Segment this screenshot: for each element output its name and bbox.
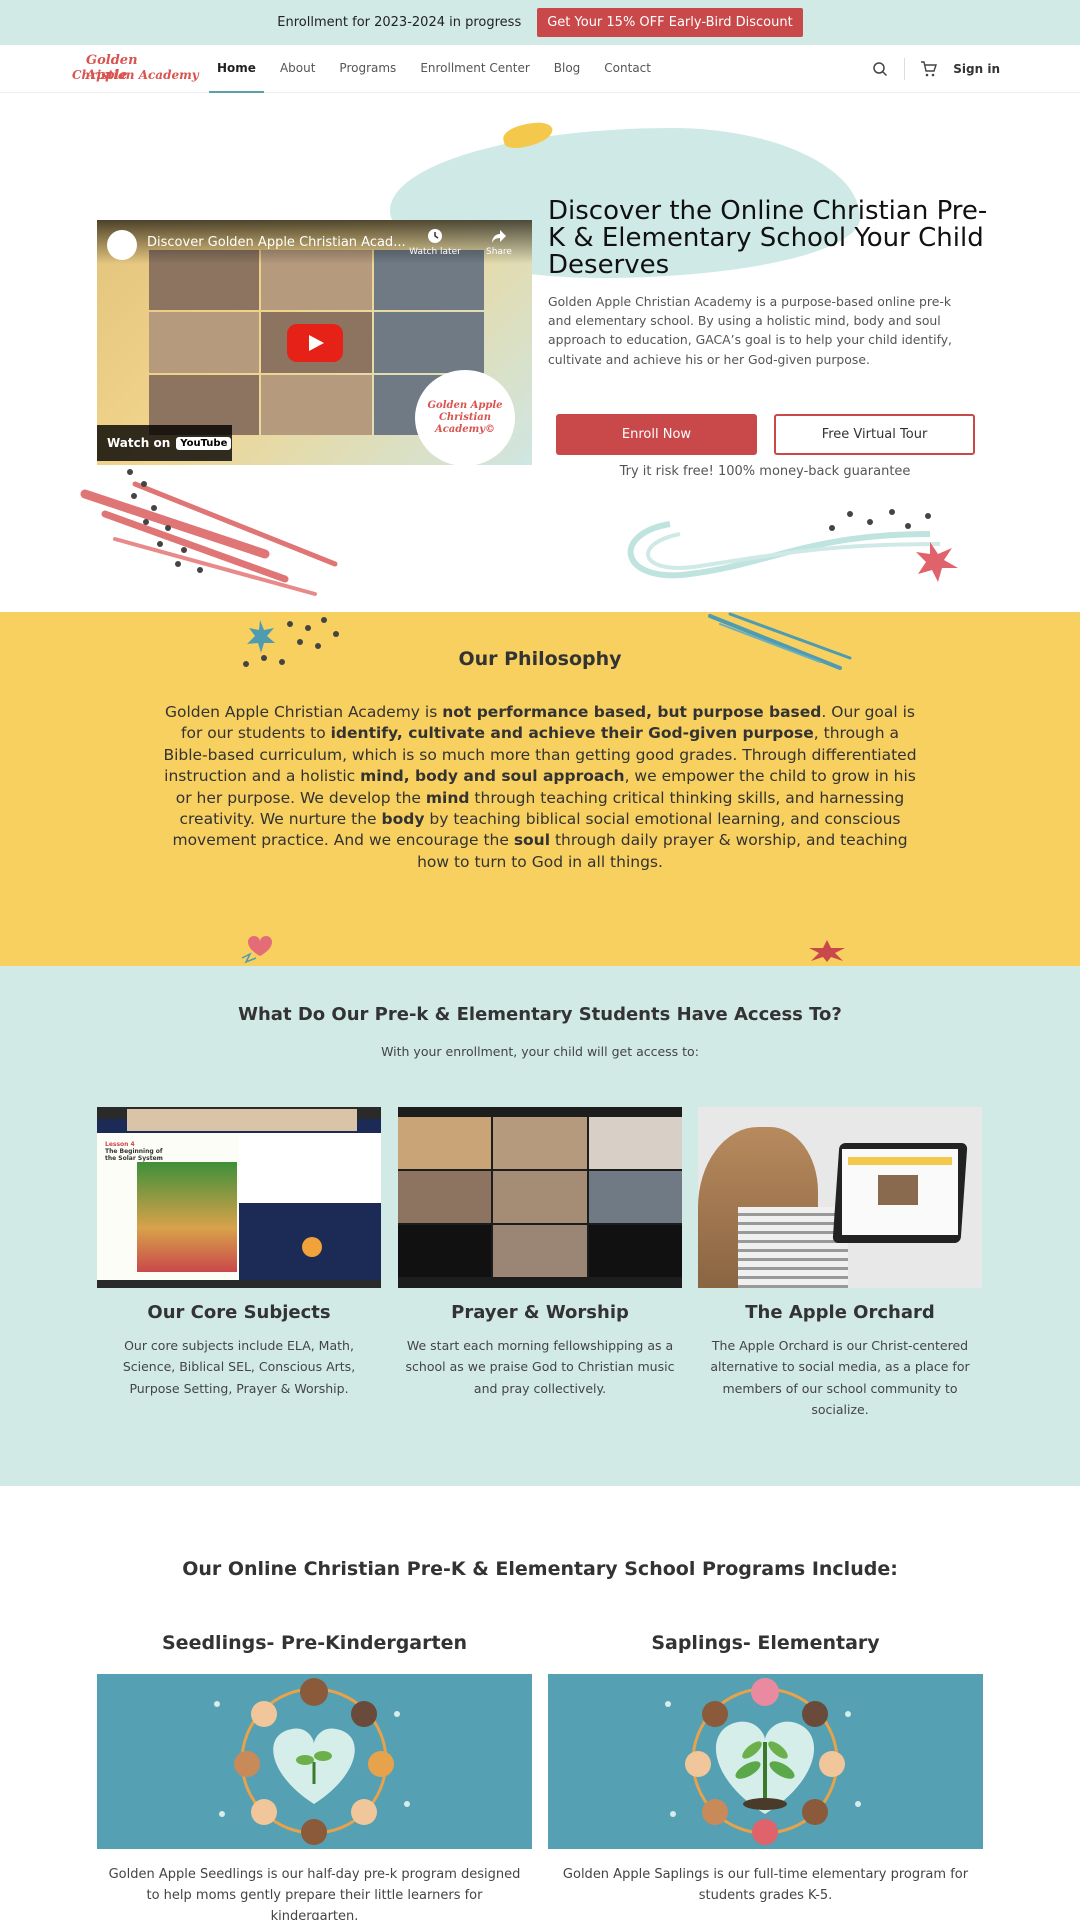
- watch-later-label: Watch later: [409, 247, 461, 257]
- header-divider: [904, 58, 906, 80]
- share-icon: [492, 230, 506, 243]
- youtube-logo: YouTube: [176, 436, 232, 450]
- philosophy-emphasis-5: body: [381, 809, 425, 828]
- nav-contact[interactable]: Contact: [592, 45, 663, 93]
- nav-enrollment-center[interactable]: Enrollment Center: [408, 45, 541, 93]
- share-label: Share: [486, 247, 512, 257]
- lesson-heading: The Beginning of the Solar System: [105, 1148, 163, 1162]
- lesson-label: Lesson 4: [105, 1141, 135, 1148]
- watch-later-button[interactable]: Watch later: [405, 228, 465, 257]
- watch-on-label: Watch on: [107, 436, 171, 450]
- card-description: The Apple Orchard is our Christ-centered…: [710, 1338, 970, 1417]
- access-title: What Do Our Pre-k & Elementary Students …: [238, 1004, 842, 1025]
- prayer-worship-image: [398, 1107, 682, 1288]
- philosophy-section: Our Philosophy Golden Apple Christian Ac…: [0, 612, 1080, 966]
- announcement-bar: Enrollment for 2023-2024 in progress Get…: [0, 0, 1080, 45]
- channel-avatar[interactable]: [107, 230, 137, 260]
- intro-video[interactable]: Discover Golden Apple Christian Acad... …: [97, 220, 532, 465]
- core-subjects-image: Lesson 4 The Beginning of the Solar Syst…: [97, 1107, 381, 1288]
- video-logo-badge: Golden Apple Christian Academy©: [415, 370, 515, 465]
- philosophy-emphasis-3: mind, body and soul approach: [360, 767, 625, 786]
- philosophy-title: Our Philosophy: [458, 648, 622, 670]
- hero-title: Discover the Online Christian Pre-K & El…: [548, 196, 988, 281]
- logo[interactable]: Golden Apple Christian Academy: [72, 51, 199, 85]
- programs-title: Our Online Christian Pre-K & Elementary …: [182, 1558, 898, 1580]
- video-title[interactable]: Discover Golden Apple Christian Acad...: [147, 235, 406, 250]
- card-description: Our core subjects include ELA, Math, Sci…: [122, 1338, 356, 1396]
- nav-home[interactable]: Home: [205, 45, 268, 93]
- program-description: Golden Apple Seedlings is our half-day p…: [108, 1867, 521, 1920]
- share-button[interactable]: Share: [477, 228, 521, 257]
- program-seedlings: Seedlings- Pre-Kindergarten Golden Apple…: [97, 1632, 532, 1920]
- search-icon[interactable]: [870, 59, 890, 79]
- dot-cluster-left: [127, 469, 203, 573]
- hero-description: Golden Apple Christian Academy is a purp…: [548, 294, 952, 367]
- card-title: Our Core Subjects: [147, 1302, 331, 1323]
- early-bird-discount-button[interactable]: Get Your 15% OFF Early-Bird Discount: [537, 8, 803, 37]
- card-title: Prayer & Worship: [451, 1302, 629, 1323]
- seedlings-illustration: [97, 1674, 532, 1849]
- sign-in-link[interactable]: Sign in: [953, 62, 1000, 76]
- card-description: We start each morning fellowshipping as …: [405, 1338, 675, 1396]
- program-name[interactable]: Saplings- Elementary: [548, 1632, 983, 1664]
- philosophy-text: Golden Apple Christian Academy is not pe…: [160, 702, 920, 873]
- video-badge-line2: Christian Academy©: [434, 412, 496, 435]
- program-name[interactable]: Seedlings- Pre-Kindergarten: [97, 1632, 532, 1664]
- dot-cluster-philosophy: [243, 617, 339, 667]
- main-nav: Home About Programs Enrollment Center Bl…: [205, 45, 663, 93]
- nav-blog[interactable]: Blog: [542, 45, 593, 93]
- philosophy-emphasis-4: mind: [425, 788, 470, 807]
- philosophy-emphasis-1: not performance based, but purpose based: [442, 703, 822, 721]
- enrollment-message: Enrollment for 2023-2024 in progress: [277, 15, 522, 30]
- hero-section: Discover Golden Apple Christian Acad... …: [0, 94, 1080, 612]
- apple-orchard-image: [698, 1107, 982, 1288]
- card-title: The Apple Orchard: [745, 1302, 935, 1323]
- play-button[interactable]: [287, 324, 343, 362]
- video-badge-line1: Golden Apple: [427, 400, 503, 411]
- nav-about[interactable]: About: [268, 45, 327, 93]
- philosophy-emphasis-6: soul: [513, 831, 551, 850]
- philosophy-text-1: Golden Apple Christian Academy is: [164, 703, 443, 721]
- nav-programs[interactable]: Programs: [327, 45, 408, 93]
- watch-on-youtube-bar[interactable]: Watch on YouTube: [97, 425, 232, 461]
- logo-line2: Christian Academy: [72, 68, 199, 82]
- program-description: Golden Apple Saplings is our full-time e…: [562, 1867, 969, 1903]
- program-saplings: Saplings- Elementary Golden Apple Saplin…: [548, 1632, 983, 1907]
- teal-swirl: [627, 509, 958, 582]
- money-back-guarantee: Try it risk free! 100% money-back guaran…: [619, 464, 911, 479]
- red-starburst: [809, 940, 845, 962]
- enroll-now-button[interactable]: Enroll Now: [556, 414, 757, 455]
- pink-heart-doodle: [241, 936, 272, 964]
- card-core-subjects: Lesson 4 The Beginning of the Solar Syst…: [97, 1107, 381, 1399]
- cart-icon[interactable]: [919, 59, 939, 79]
- free-virtual-tour-button[interactable]: Free Virtual Tour: [774, 414, 975, 455]
- site-header: Golden Apple Christian Academy Home Abou…: [0, 45, 1080, 93]
- access-subtitle: With your enrollment, your child will ge…: [381, 1044, 699, 1059]
- programs-section: Our Online Christian Pre-K & Elementary …: [0, 1486, 1080, 1920]
- clock-icon: [428, 229, 442, 243]
- card-apple-orchard: The Apple Orchard The Apple Orchard is o…: [698, 1107, 982, 1420]
- philosophy-emphasis-2: identify, cultivate and achieve their Go…: [330, 724, 814, 743]
- access-section: What Do Our Pre-k & Elementary Students …: [0, 966, 1080, 1486]
- card-prayer-worship: Prayer & Worship We start each morning f…: [398, 1107, 682, 1399]
- saplings-illustration: [548, 1674, 983, 1849]
- header-actions: Sign in: [870, 45, 1000, 93]
